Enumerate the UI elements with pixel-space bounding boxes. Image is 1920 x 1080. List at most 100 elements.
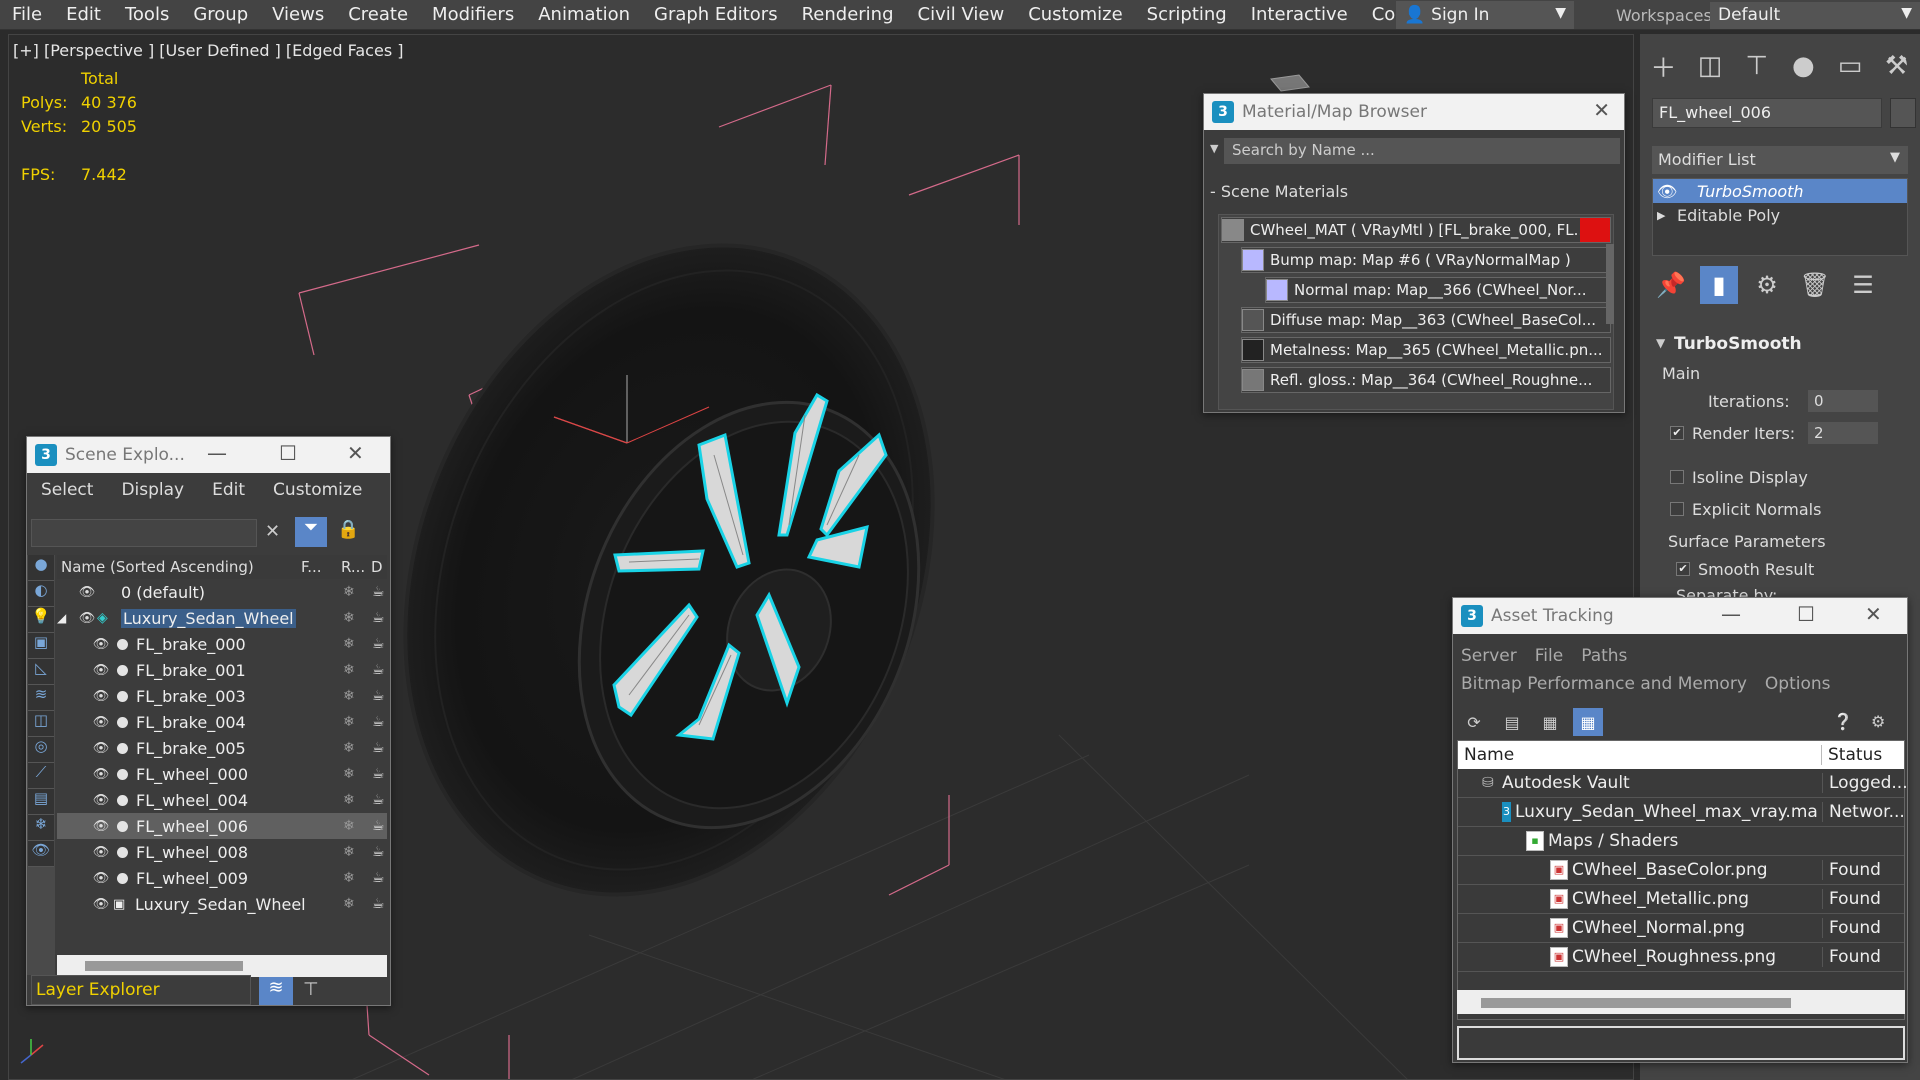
scene-materials-section[interactable]: - Scene Materials	[1210, 182, 1348, 201]
eye-icon[interactable]: 👁	[91, 663, 111, 678]
make-unique-icon[interactable]: ⚙	[1748, 266, 1786, 304]
object-row[interactable]: 👁 FL_brake_000 ❄ ☕	[57, 631, 387, 657]
menu-modifiers[interactable]: Modifiers	[420, 4, 526, 25]
shapes-filter-icon[interactable]: ◐	[28, 581, 54, 607]
xrefs-filter-icon[interactable]: ◎	[28, 737, 54, 763]
eye-icon[interactable]: 👁	[77, 611, 97, 626]
teapot-icon[interactable]: ☕	[372, 792, 385, 808]
workspace-dropdown[interactable]: Default ▼	[1710, 2, 1920, 29]
map-item[interactable]: Normal map: Map__366 (CWheel_Nor...	[1265, 277, 1611, 303]
hierarchy-icon[interactable]: ⊤	[303, 979, 319, 1000]
layer-row[interactable]: ◢ 👁 ◈ Luxury_Sedan_Wheel ❄ ☕	[57, 605, 387, 631]
snowflake-icon[interactable]: ❄	[343, 870, 355, 886]
asset-row[interactable]: ▣ CWheel_BaseColor.png Found	[1458, 856, 1904, 885]
map-item[interactable]: Refl. gloss.: Map__364 (CWheel_Roughne..…	[1241, 367, 1611, 393]
geometry-filter-icon[interactable]: ●	[28, 555, 54, 581]
menu-create[interactable]: Create	[336, 4, 420, 25]
menu-interactive[interactable]: Interactive	[1239, 4, 1360, 25]
menu-edit[interactable]: Edit	[54, 4, 113, 25]
snowflake-icon[interactable]: ❄	[343, 766, 355, 782]
column-name[interactable]: Name (Sorted Ascending)	[61, 558, 254, 576]
object-row[interactable]: 👁 FL_wheel_008 ❄ ☕	[57, 839, 387, 865]
menu-scripting[interactable]: Scripting	[1135, 4, 1239, 25]
menu-paths[interactable]: Paths	[1581, 646, 1627, 666]
close-icon[interactable]: ✕	[1865, 602, 1882, 626]
eye-icon[interactable]: 👁	[91, 741, 111, 756]
menu-display[interactable]: Display	[107, 475, 198, 505]
snowflake-icon[interactable]: ❄	[343, 714, 355, 730]
teapot-icon[interactable]: ☕	[372, 766, 385, 782]
asset-path-input[interactable]	[1457, 1026, 1905, 1060]
helpers-filter-icon[interactable]: ◺	[28, 659, 54, 685]
column-name[interactable]: Name	[1458, 745, 1822, 765]
asset-row[interactable]: 3 Luxury_Sedan_Wheel_max_vray.max Networ..…	[1458, 798, 1905, 827]
minimize-icon[interactable]: —	[1721, 602, 1741, 626]
object-row-selected[interactable]: 👁 FL_wheel_006 ❄ ☕	[57, 813, 387, 839]
teapot-icon[interactable]: ☕	[372, 636, 385, 652]
explicit-normals-checkbox[interactable]	[1670, 502, 1684, 516]
sign-in-dropdown[interactable]: 👤 Sign In ▼	[1396, 1, 1574, 29]
viewport-label[interactable]: [+] [Perspective ] [User Defined ] [Edge…	[13, 41, 403, 60]
create-tab-icon[interactable]: ＋	[1640, 46, 1687, 86]
menu-edit[interactable]: Edit	[198, 475, 259, 505]
groups-filter-icon[interactable]: ◫	[28, 711, 54, 737]
eye-icon[interactable]: 👁	[91, 715, 111, 730]
menu-file[interactable]: File	[1535, 646, 1563, 666]
column-status[interactable]: Status	[1822, 745, 1882, 765]
help-icon[interactable]: ❔	[1833, 712, 1853, 731]
refresh-icon[interactable]: ⟳	[1459, 708, 1489, 736]
snowflake-icon[interactable]: ❄	[343, 818, 355, 834]
thumbnail-view-icon[interactable]: ▦	[1535, 708, 1565, 736]
teapot-icon[interactable]: ☕	[372, 896, 385, 912]
bones-filter-icon[interactable]: ⟋	[28, 763, 54, 789]
maximize-icon[interactable]: ☐	[1797, 602, 1815, 626]
visibility-filter-icon[interactable]: 👁	[28, 841, 54, 867]
eye-icon[interactable]: 👁	[91, 845, 111, 860]
settings-icon[interactable]: ⚙	[1871, 712, 1885, 731]
menu-group[interactable]: Group	[181, 4, 260, 25]
eye-icon[interactable]: 👁	[91, 871, 111, 886]
eye-icon[interactable]: 👁	[91, 689, 111, 704]
frozen-filter-icon[interactable]: ❄	[28, 815, 54, 841]
spacewarps-filter-icon[interactable]: ≋	[28, 685, 54, 711]
scrollbar-thumb[interactable]	[85, 961, 243, 971]
eye-icon[interactable]: 👁	[91, 897, 111, 912]
filter-icon[interactable]: ⏷	[295, 517, 327, 547]
column-render[interactable]: R...	[341, 558, 365, 576]
utilities-tab-icon[interactable]: ⚒	[1873, 46, 1920, 86]
teapot-icon[interactable]: ☕	[372, 610, 385, 626]
teapot-icon[interactable]: ☕	[372, 584, 385, 600]
material-search-input[interactable]: Search by Name ...	[1224, 138, 1620, 164]
asset-row[interactable]: ▣ CWheel_Roughness.png Found	[1458, 943, 1904, 972]
render-iters-checkbox[interactable]: ✔	[1670, 426, 1684, 440]
iterations-spinner[interactable]: 0	[1808, 390, 1878, 412]
close-icon[interactable]: ✕	[347, 441, 364, 465]
motion-tab-icon[interactable]: ●	[1780, 46, 1827, 86]
lights-filter-icon[interactable]: 💡	[28, 607, 54, 633]
eye-icon[interactable]: 👁	[1657, 182, 1697, 201]
snowflake-icon[interactable]: ❄	[343, 896, 355, 912]
teapot-icon[interactable]: ☕	[372, 688, 385, 704]
asset-row[interactable]: ▪ Maps / Shaders	[1458, 827, 1904, 856]
column-display[interactable]: D	[371, 558, 383, 576]
teapot-icon[interactable]: ☕	[372, 714, 385, 730]
snowflake-icon[interactable]: ❄	[343, 844, 355, 860]
object-color-swatch[interactable]	[1890, 98, 1916, 128]
scrollbar-thumb[interactable]	[1481, 998, 1791, 1008]
hierarchy-tab-icon[interactable]: ⊤	[1733, 46, 1780, 86]
column-frozen[interactable]: F...	[301, 558, 322, 576]
layers-icon[interactable]: ≋	[259, 977, 293, 1005]
teapot-icon[interactable]: ☕	[372, 870, 385, 886]
configure-sets-icon[interactable]: ☰	[1844, 266, 1882, 304]
lock-icon[interactable]: 🔒	[337, 519, 359, 540]
menu-views[interactable]: Views	[260, 4, 336, 25]
snowflake-icon[interactable]: ❄	[343, 688, 355, 704]
menu-customize[interactable]: Customize	[259, 475, 376, 505]
teapot-icon[interactable]: ☕	[372, 740, 385, 756]
maximize-icon[interactable]: ☐	[279, 441, 297, 465]
modify-tab-icon[interactable]: ◫	[1687, 46, 1734, 86]
eye-icon[interactable]: 👁	[91, 819, 111, 834]
remove-modifier-icon[interactable]: 🗑	[1796, 266, 1834, 304]
asset-horizontal-scrollbar[interactable]	[1457, 990, 1905, 1014]
asset-tracking-titlebar[interactable]: 3 Asset Tracking — ☐ ✕	[1453, 598, 1907, 634]
